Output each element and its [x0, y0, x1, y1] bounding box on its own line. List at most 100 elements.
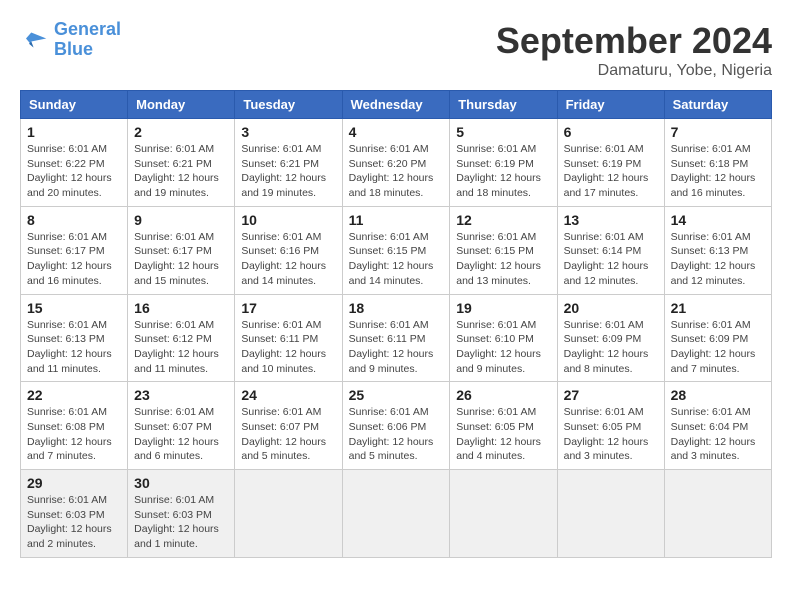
day-number: 16 [134, 300, 228, 316]
calendar-week-row: 1 Sunrise: 6:01 AM Sunset: 6:22 PM Dayli… [21, 119, 772, 207]
day-info: Sunrise: 6:01 AM Sunset: 6:14 PM Dayligh… [564, 230, 658, 289]
day-number: 4 [349, 124, 444, 140]
weekday-header: Friday [557, 91, 664, 119]
calendar-day-cell [450, 470, 557, 558]
day-number: 2 [134, 124, 228, 140]
day-info: Sunrise: 6:01 AM Sunset: 6:13 PM Dayligh… [671, 230, 765, 289]
location-subtitle: Damaturu, Yobe, Nigeria [496, 62, 772, 80]
calendar-day-cell: 12 Sunrise: 6:01 AM Sunset: 6:15 PM Dayl… [450, 206, 557, 294]
calendar-day-cell: 9 Sunrise: 6:01 AM Sunset: 6:17 PM Dayli… [128, 206, 235, 294]
calendar-day-cell: 20 Sunrise: 6:01 AM Sunset: 6:09 PM Dayl… [557, 294, 664, 382]
day-info: Sunrise: 6:01 AM Sunset: 6:21 PM Dayligh… [241, 142, 335, 201]
weekday-header: Sunday [21, 91, 128, 119]
day-info: Sunrise: 6:01 AM Sunset: 6:19 PM Dayligh… [456, 142, 550, 201]
calendar-day-cell: 26 Sunrise: 6:01 AM Sunset: 6:05 PM Dayl… [450, 382, 557, 470]
day-info: Sunrise: 6:01 AM Sunset: 6:15 PM Dayligh… [349, 230, 444, 289]
day-number: 1 [27, 124, 121, 140]
day-info: Sunrise: 6:01 AM Sunset: 6:08 PM Dayligh… [27, 405, 121, 464]
day-info: Sunrise: 6:01 AM Sunset: 6:17 PM Dayligh… [134, 230, 228, 289]
month-title: September 2024 [496, 20, 772, 62]
day-info: Sunrise: 6:01 AM Sunset: 6:03 PM Dayligh… [134, 493, 228, 552]
calendar-day-cell [342, 470, 450, 558]
day-number: 18 [349, 300, 444, 316]
day-info: Sunrise: 6:01 AM Sunset: 6:18 PM Dayligh… [671, 142, 765, 201]
calendar-day-cell: 2 Sunrise: 6:01 AM Sunset: 6:21 PM Dayli… [128, 119, 235, 207]
calendar-day-cell: 25 Sunrise: 6:01 AM Sunset: 6:06 PM Dayl… [342, 382, 450, 470]
day-number: 30 [134, 475, 228, 491]
title-block: September 2024 Damaturu, Yobe, Nigeria [496, 20, 772, 80]
calendar-day-cell: 1 Sunrise: 6:01 AM Sunset: 6:22 PM Dayli… [21, 119, 128, 207]
day-info: Sunrise: 6:01 AM Sunset: 6:07 PM Dayligh… [241, 405, 335, 464]
day-info: Sunrise: 6:01 AM Sunset: 6:17 PM Dayligh… [27, 230, 121, 289]
calendar-day-cell: 21 Sunrise: 6:01 AM Sunset: 6:09 PM Dayl… [664, 294, 771, 382]
calendar-day-cell: 6 Sunrise: 6:01 AM Sunset: 6:19 PM Dayli… [557, 119, 664, 207]
calendar-day-cell: 29 Sunrise: 6:01 AM Sunset: 6:03 PM Dayl… [21, 470, 128, 558]
logo-line1: General [54, 19, 121, 39]
day-info: Sunrise: 6:01 AM Sunset: 6:15 PM Dayligh… [456, 230, 550, 289]
day-info: Sunrise: 6:01 AM Sunset: 6:20 PM Dayligh… [349, 142, 444, 201]
day-number: 14 [671, 212, 765, 228]
logo-line2: Blue [54, 39, 93, 59]
calendar-day-cell: 17 Sunrise: 6:01 AM Sunset: 6:11 PM Dayl… [235, 294, 342, 382]
day-number: 6 [564, 124, 658, 140]
day-info: Sunrise: 6:01 AM Sunset: 6:11 PM Dayligh… [241, 318, 335, 377]
calendar-day-cell: 22 Sunrise: 6:01 AM Sunset: 6:08 PM Dayl… [21, 382, 128, 470]
day-info: Sunrise: 6:01 AM Sunset: 6:21 PM Dayligh… [134, 142, 228, 201]
page-header: General Blue September 2024 Damaturu, Yo… [20, 20, 772, 80]
day-info: Sunrise: 6:01 AM Sunset: 6:04 PM Dayligh… [671, 405, 765, 464]
calendar-day-cell: 10 Sunrise: 6:01 AM Sunset: 6:16 PM Dayl… [235, 206, 342, 294]
calendar-week-row: 29 Sunrise: 6:01 AM Sunset: 6:03 PM Dayl… [21, 470, 772, 558]
calendar-day-cell: 11 Sunrise: 6:01 AM Sunset: 6:15 PM Dayl… [342, 206, 450, 294]
calendar-day-cell: 19 Sunrise: 6:01 AM Sunset: 6:10 PM Dayl… [450, 294, 557, 382]
calendar-day-cell: 13 Sunrise: 6:01 AM Sunset: 6:14 PM Dayl… [557, 206, 664, 294]
day-number: 15 [27, 300, 121, 316]
calendar-day-cell: 7 Sunrise: 6:01 AM Sunset: 6:18 PM Dayli… [664, 119, 771, 207]
day-number: 7 [671, 124, 765, 140]
day-info: Sunrise: 6:01 AM Sunset: 6:13 PM Dayligh… [27, 318, 121, 377]
calendar-week-row: 15 Sunrise: 6:01 AM Sunset: 6:13 PM Dayl… [21, 294, 772, 382]
weekday-header: Thursday [450, 91, 557, 119]
day-info: Sunrise: 6:01 AM Sunset: 6:07 PM Dayligh… [134, 405, 228, 464]
day-number: 27 [564, 387, 658, 403]
calendar-day-cell: 23 Sunrise: 6:01 AM Sunset: 6:07 PM Dayl… [128, 382, 235, 470]
day-number: 11 [349, 212, 444, 228]
calendar-day-cell: 15 Sunrise: 6:01 AM Sunset: 6:13 PM Dayl… [21, 294, 128, 382]
day-number: 13 [564, 212, 658, 228]
day-info: Sunrise: 6:01 AM Sunset: 6:22 PM Dayligh… [27, 142, 121, 201]
calendar-table: SundayMondayTuesdayWednesdayThursdayFrid… [20, 90, 772, 558]
day-info: Sunrise: 6:01 AM Sunset: 6:10 PM Dayligh… [456, 318, 550, 377]
day-number: 12 [456, 212, 550, 228]
calendar-day-cell: 5 Sunrise: 6:01 AM Sunset: 6:19 PM Dayli… [450, 119, 557, 207]
day-number: 3 [241, 124, 335, 140]
day-info: Sunrise: 6:01 AM Sunset: 6:11 PM Dayligh… [349, 318, 444, 377]
calendar-header-row: SundayMondayTuesdayWednesdayThursdayFrid… [21, 91, 772, 119]
day-info: Sunrise: 6:01 AM Sunset: 6:09 PM Dayligh… [564, 318, 658, 377]
calendar-day-cell: 16 Sunrise: 6:01 AM Sunset: 6:12 PM Dayl… [128, 294, 235, 382]
day-number: 17 [241, 300, 335, 316]
logo-text: General Blue [54, 20, 121, 60]
day-number: 20 [564, 300, 658, 316]
day-info: Sunrise: 6:01 AM Sunset: 6:16 PM Dayligh… [241, 230, 335, 289]
day-number: 10 [241, 212, 335, 228]
weekday-header: Tuesday [235, 91, 342, 119]
weekday-header: Monday [128, 91, 235, 119]
calendar-day-cell: 3 Sunrise: 6:01 AM Sunset: 6:21 PM Dayli… [235, 119, 342, 207]
calendar-day-cell: 8 Sunrise: 6:01 AM Sunset: 6:17 PM Dayli… [21, 206, 128, 294]
day-number: 23 [134, 387, 228, 403]
calendar-day-cell [557, 470, 664, 558]
day-info: Sunrise: 6:01 AM Sunset: 6:12 PM Dayligh… [134, 318, 228, 377]
day-number: 8 [27, 212, 121, 228]
day-info: Sunrise: 6:01 AM Sunset: 6:19 PM Dayligh… [564, 142, 658, 201]
calendar-day-cell: 27 Sunrise: 6:01 AM Sunset: 6:05 PM Dayl… [557, 382, 664, 470]
day-number: 29 [27, 475, 121, 491]
day-number: 26 [456, 387, 550, 403]
day-info: Sunrise: 6:01 AM Sunset: 6:05 PM Dayligh… [564, 405, 658, 464]
logo-icon [20, 25, 50, 55]
day-number: 5 [456, 124, 550, 140]
calendar-week-row: 22 Sunrise: 6:01 AM Sunset: 6:08 PM Dayl… [21, 382, 772, 470]
calendar-day-cell [235, 470, 342, 558]
day-info: Sunrise: 6:01 AM Sunset: 6:06 PM Dayligh… [349, 405, 444, 464]
day-number: 9 [134, 212, 228, 228]
calendar-day-cell: 24 Sunrise: 6:01 AM Sunset: 6:07 PM Dayl… [235, 382, 342, 470]
calendar-day-cell: 18 Sunrise: 6:01 AM Sunset: 6:11 PM Dayl… [342, 294, 450, 382]
